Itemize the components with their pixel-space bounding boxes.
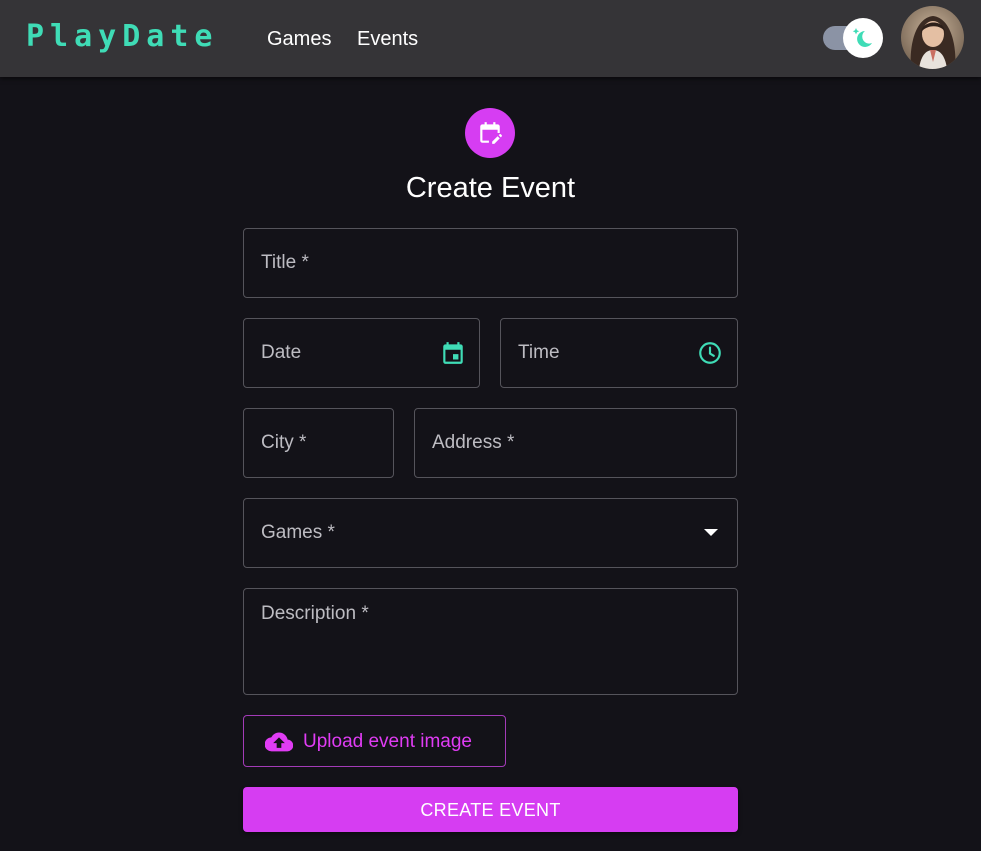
create-event-button[interactable]: CREATE EVENT (243, 787, 738, 832)
toggle-thumb (843, 18, 883, 58)
address-field-label: Address * (432, 432, 515, 453)
user-avatar (901, 6, 964, 69)
caret-down-icon[interactable] (703, 528, 719, 538)
games-select-label: Games * (261, 522, 335, 543)
time-field-label: Time (518, 342, 560, 363)
calendar-edit-badge (465, 108, 515, 158)
page-title: Create Event (405, 172, 576, 204)
create-event-label: CREATE EVENT (420, 800, 561, 820)
date-field[interactable]: Date (243, 318, 480, 388)
games-select[interactable]: Games * (243, 498, 738, 568)
cloud-upload-icon (265, 732, 293, 752)
title-field[interactable]: Title * (243, 228, 738, 298)
description-field-label: Description * (261, 603, 369, 624)
address-field[interactable]: Address * (414, 408, 737, 478)
theme-toggle[interactable] (823, 17, 885, 58)
time-field[interactable]: Time (500, 318, 738, 388)
calendar-icon[interactable] (440, 340, 466, 366)
city-field-label: City * (261, 432, 307, 453)
navbar: PlayDate Games Events (0, 0, 981, 77)
date-field-label: Date (261, 342, 302, 363)
calendar-edit-icon (480, 122, 502, 144)
nav-link-events[interactable]: Events (357, 26, 418, 52)
brand-logo[interactable]: PlayDate (26, 20, 219, 54)
clock-icon[interactable] (697, 340, 723, 366)
upload-image-label: Upload event image (303, 731, 472, 752)
description-field[interactable]: Description * (243, 588, 738, 695)
nav-link-games[interactable]: Games (267, 26, 331, 52)
city-field[interactable]: City * (243, 408, 394, 478)
upload-image-button[interactable]: Upload event image (243, 715, 506, 767)
avatar[interactable] (901, 6, 964, 69)
moon-sparkle-icon (852, 28, 872, 47)
title-field-label: Title * (261, 252, 309, 273)
